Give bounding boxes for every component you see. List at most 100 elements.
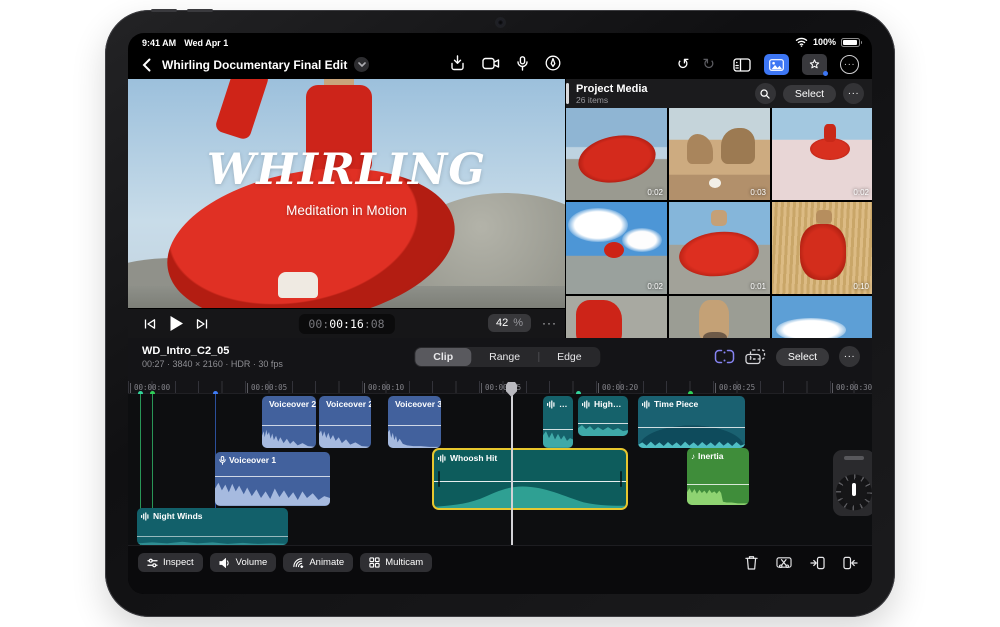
media-panel-header: Project Media 26 items Select ··· (566, 79, 872, 108)
bottom-toolbar: Inspect Volume Animate Multicam (128, 545, 872, 594)
media-thumbnail[interactable] (566, 296, 667, 338)
timeline-tracks: Voiceover 2 Voiceover 2 Voiceover 3 … Hi… (128, 394, 872, 545)
animate-button[interactable]: Animate (283, 553, 354, 572)
clip-inertia[interactable]: ♪ Inertia (687, 448, 749, 505)
browser-layout-button[interactable] (733, 57, 751, 72)
clip-voiceover-1[interactable]: Voiceover 1 (215, 452, 330, 506)
timeline-project-meta: 00:27 · 3840 × 2160 · HDR · 30 fps (142, 359, 283, 369)
viewer-title-text: WHIRLING (206, 145, 487, 195)
duration-badge: 0:02 (647, 282, 663, 291)
effects-button[interactable] (802, 54, 828, 76)
ruler-label: 00:00:30 (832, 383, 872, 393)
transport-more-button[interactable]: ··· (542, 316, 557, 330)
clip-voiceover-3[interactable]: Voiceover 3 (388, 396, 441, 448)
video-viewer: WHIRLING Meditation in Motion (128, 79, 565, 308)
delete-icon[interactable] (745, 555, 758, 570)
status-bar: 9:41 AM Wed Apr 1 100% (128, 33, 872, 51)
music-note-icon: ♪ (691, 451, 695, 461)
blade-clip-icon[interactable] (776, 555, 792, 570)
duration-badge: 0:02 (647, 188, 663, 197)
redo-button[interactable]: ↻ (702, 57, 715, 72)
insert-left-icon[interactable] (810, 556, 825, 570)
timeline-section: WD_Intro_C2_05 00:27 · 3840 × 2160 · HDR… (128, 338, 872, 545)
wifi-icon (795, 37, 808, 47)
ruler-label: 00:00:25 (715, 383, 755, 393)
project-media-panel: Project Media 26 items Select ··· 0:02 0… (565, 79, 872, 338)
timeline-header: WD_Intro_C2_05 00:27 · 3840 × 2160 · HDR… (128, 338, 872, 381)
inspect-button[interactable]: Inspect (138, 553, 203, 572)
title-menu-button[interactable] (354, 57, 370, 72)
more-options-button[interactable]: ··· (840, 55, 859, 74)
media-thumbnail[interactable]: 0:02 (566, 202, 667, 294)
mode-range[interactable]: Range (471, 348, 538, 366)
viewer-subtitle-text: Meditation in Motion (286, 203, 407, 218)
skip-back-icon[interactable] (144, 318, 156, 330)
media-panel-title: Project Media (576, 83, 648, 95)
media-select-button[interactable]: Select (782, 84, 836, 103)
undo-button[interactable]: ↺ (677, 57, 690, 72)
volume-up-button (151, 9, 177, 12)
media-thumbnail[interactable]: 0:02 (566, 108, 667, 200)
clip-voiceover-2b[interactable]: Voiceover 2 (319, 396, 371, 448)
duration-badge: 0:01 (750, 282, 766, 291)
dervish-arm (214, 79, 270, 141)
trim-handle-right[interactable] (620, 471, 622, 487)
media-thumbnail[interactable]: 0:02 (772, 108, 872, 200)
ruler-label: 00:00:05 (247, 383, 287, 393)
clip-time-piece[interactable]: Time Piece (638, 396, 745, 448)
transport-bar: 00:00:16:08 42% ··· (128, 308, 565, 338)
microphone-button[interactable] (517, 55, 528, 71)
dervish-trousers (278, 272, 318, 298)
media-item-count: 26 items (576, 95, 609, 105)
app-toolbar: Whirling Documentary Final Edit ↺ ↻ ··· (128, 51, 872, 79)
trim-handle-left[interactable] (438, 471, 440, 487)
media-thumbnail[interactable]: 0:10 (772, 202, 872, 294)
pencil-button[interactable] (545, 55, 561, 71)
playhead-line[interactable] (511, 383, 513, 545)
timeline-ruler[interactable]: 00:00:00 00:00:05 00:00:10 00:00:15 00:0… (128, 381, 872, 394)
project-title: Whirling Documentary Final Edit (162, 57, 348, 72)
clip-voiceover-2a[interactable]: Voiceover 2 (262, 396, 316, 448)
ipad-device-frame: 9:41 AM Wed Apr 1 100% Whirling Document… (105, 9, 895, 617)
ruler-label: 00:00:10 (364, 383, 404, 393)
magnetic-timeline-icon[interactable] (714, 349, 735, 364)
play-button[interactable] (169, 315, 184, 332)
media-grid: 0:02 0:03 0:02 0:02 0:01 0:10 (566, 108, 872, 338)
clock-label: 9:41 AM (142, 38, 177, 48)
multicam-button[interactable]: Multicam (360, 553, 433, 572)
import-button[interactable] (450, 55, 465, 71)
front-camera (497, 19, 504, 26)
mode-clip[interactable]: Clip (415, 348, 472, 366)
insert-right-icon[interactable] (843, 556, 858, 570)
camera-button[interactable] (482, 57, 500, 70)
media-thumbnail[interactable] (772, 296, 872, 338)
clip-whoosh-hit-selected[interactable]: Whoosh Hit (432, 448, 628, 510)
skip-forward-icon[interactable] (196, 318, 208, 330)
dial-grab-handle[interactable] (844, 456, 864, 460)
volume-button[interactable]: Volume (209, 553, 277, 572)
media-more-button[interactable]: ··· (843, 83, 864, 104)
search-button[interactable] (754, 83, 776, 104)
clip-high[interactable]: High… (578, 396, 628, 436)
dial-pointer (852, 483, 856, 497)
duration-badge: 0:02 (853, 188, 869, 197)
date-label: Wed Apr 1 (184, 38, 229, 48)
clip-night-winds[interactable]: Night Winds (137, 508, 288, 545)
back-button[interactable] (142, 58, 151, 72)
connected-clips-icon[interactable] (745, 348, 766, 365)
jog-dial[interactable] (833, 450, 872, 516)
zoom-level-control[interactable]: 42% (487, 314, 531, 332)
clip-audio-small[interactable]: … (543, 396, 573, 448)
timecode-display[interactable]: 00:00:16:08 (298, 314, 395, 334)
timeline-select-button[interactable]: Select (775, 347, 829, 366)
panel-resize-handle[interactable] (566, 83, 569, 104)
battery-percent-label: 100% (812, 37, 836, 47)
timeline-project-name: WD_Intro_C2_05 (142, 345, 230, 357)
stage: 9:41 AM Wed Apr 1 100% Whirling Document… (0, 0, 1000, 627)
mode-edge[interactable]: Edge (539, 348, 600, 366)
media-thumbnail[interactable]: 0:03 (669, 108, 770, 200)
timeline-more-button[interactable]: ··· (839, 346, 860, 367)
media-browser-button[interactable] (764, 54, 789, 75)
media-thumbnail[interactable]: 0:01 (669, 202, 770, 294)
media-thumbnail[interactable] (669, 296, 770, 338)
